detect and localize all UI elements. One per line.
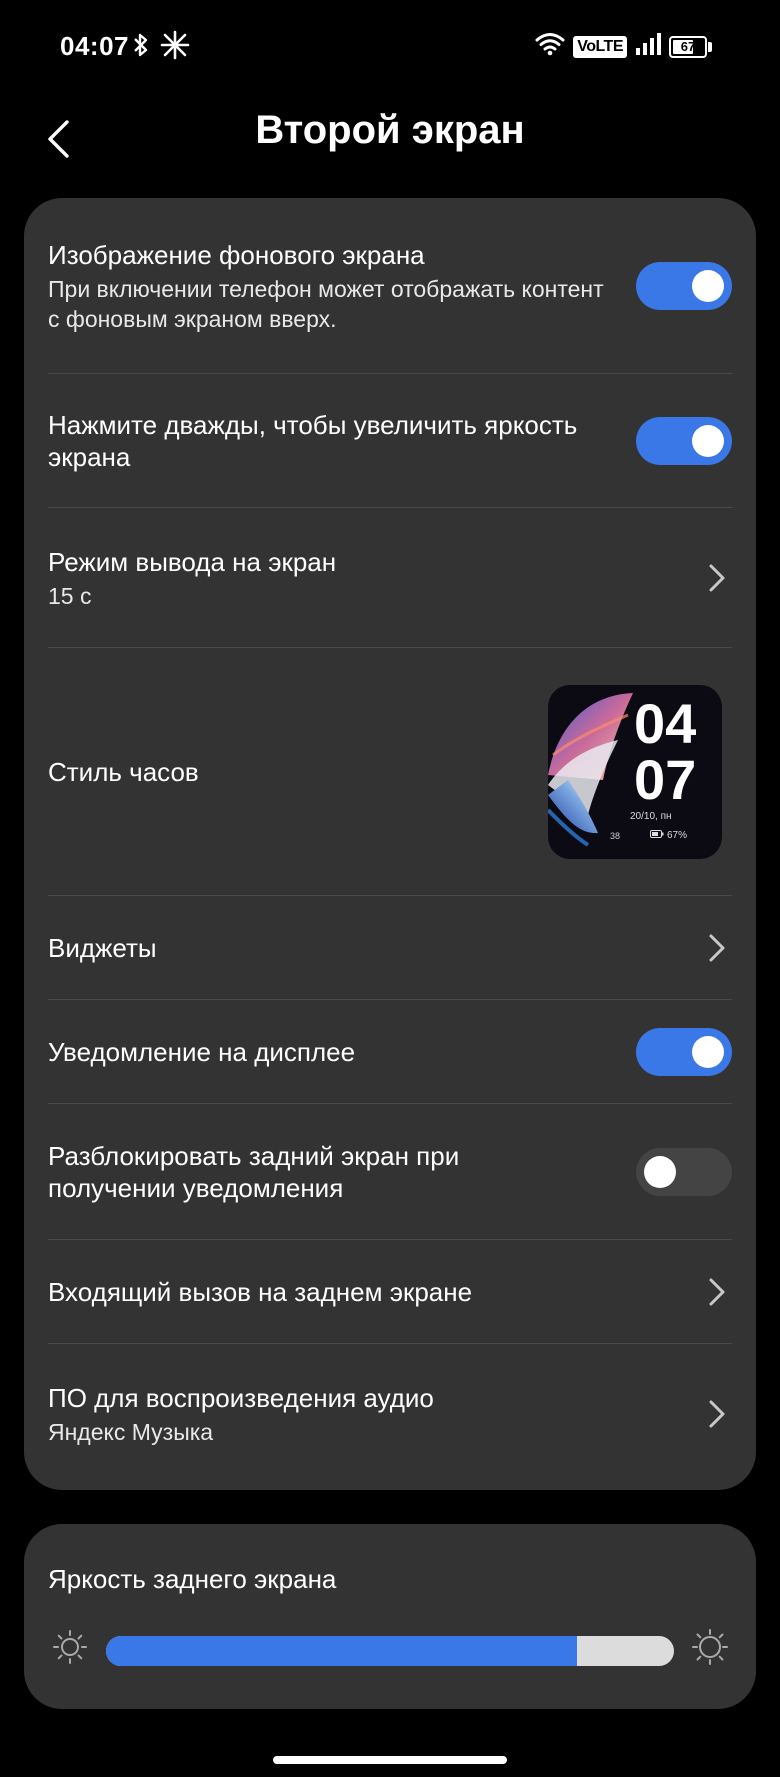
brightness-high-icon	[692, 1629, 728, 1665]
setting-title: Изображение фонового экрана	[48, 239, 425, 270]
status-time: 04:07	[60, 31, 129, 61]
wifi-icon	[535, 32, 565, 61]
settings-card: Изображение фонового экрана При включени…	[24, 198, 756, 1490]
preview-battery-text: 67%	[667, 830, 688, 841]
setting-row-widgets[interactable]: Виджеты	[48, 896, 732, 1000]
preview-date: 20/10, пн	[630, 811, 672, 822]
bluetooth-icon	[132, 32, 150, 63]
double-tap-toggle[interactable]	[636, 417, 732, 465]
preview-battery: 67%	[650, 830, 687, 841]
brightness-slider-fill	[106, 1636, 578, 1666]
setting-title: ПО для воспроизведения аудио	[48, 1382, 434, 1413]
chevron-right-icon	[702, 928, 732, 968]
nfc-sparkle-icon	[160, 30, 190, 65]
brightness-low-icon	[52, 1629, 88, 1665]
battery-icon: 67	[669, 35, 712, 58]
setting-subtitle: При включении телефон может отображать к…	[48, 275, 604, 332]
header: Второй экран	[0, 96, 780, 196]
status-bar: 04:07 VoLTE 67	[0, 0, 780, 96]
preview-minutes: 07	[634, 748, 697, 811]
chevron-right-icon	[702, 1394, 732, 1434]
setting-title: Входящий вызов на заднем экране	[48, 1277, 473, 1307]
volte-badge: VoLTE	[573, 35, 627, 58]
preview-steps: 38	[610, 831, 621, 841]
setting-title: Нажмите дважды, чтобы увеличить яркость …	[48, 410, 578, 472]
page-title: Второй экран	[255, 108, 525, 152]
setting-row-incoming-call[interactable]: Входящий вызов на заднем экране	[48, 1240, 732, 1344]
setting-row-background-image[interactable]: Изображение фонового экрана При включени…	[48, 198, 732, 374]
status-right-icons: VoLTE 67	[535, 32, 712, 61]
home-indicator[interactable]	[273, 1756, 507, 1764]
brightness-title: Яркость заднего экрана	[48, 1564, 337, 1594]
notification-display-toggle[interactable]	[636, 1028, 732, 1076]
setting-row-clock-style[interactable]: Стиль часов 04 07 20/10, пн 38 67%	[48, 648, 732, 896]
preview-battery-icon	[650, 830, 664, 841]
setting-row-notification-display[interactable]: Уведомление на дисплее	[48, 1000, 732, 1104]
status-left-icons	[132, 30, 190, 65]
background-image-toggle[interactable]	[636, 262, 732, 310]
chevron-right-icon	[702, 558, 732, 598]
setting-row-display-mode[interactable]: Режим вывода на экран 15 с	[48, 508, 732, 648]
setting-row-unlock-rear[interactable]: Разблокировать задний экран при получени…	[48, 1104, 732, 1240]
chevron-right-icon	[702, 1272, 732, 1312]
setting-title: Разблокировать задний экран при получени…	[48, 1141, 460, 1203]
setting-title: Режим вывода на экран	[48, 546, 337, 577]
signal-icon	[635, 32, 661, 61]
setting-row-double-tap[interactable]: Нажмите дважды, чтобы увеличить яркость …	[48, 374, 732, 508]
brightness-slider[interactable]	[106, 1636, 674, 1666]
setting-value: 15 с	[48, 582, 92, 609]
butterfly-wing-art	[548, 693, 633, 847]
setting-title: Уведомление на дисплее	[48, 1037, 356, 1067]
brightness-card: Яркость заднего экрана	[24, 1524, 756, 1709]
setting-row-audio-app[interactable]: ПО для воспроизведения аудио Яндекс Музы…	[48, 1344, 732, 1484]
setting-value: Яндекс Музыка	[48, 1418, 214, 1445]
unlock-rear-toggle[interactable]	[636, 1148, 732, 1196]
preview-hours: 04	[634, 692, 697, 755]
clock-style-preview[interactable]: 04 07 20/10, пн 38 67%	[548, 685, 722, 859]
battery-level: 67	[680, 39, 696, 54]
setting-title: Виджеты	[48, 933, 157, 963]
